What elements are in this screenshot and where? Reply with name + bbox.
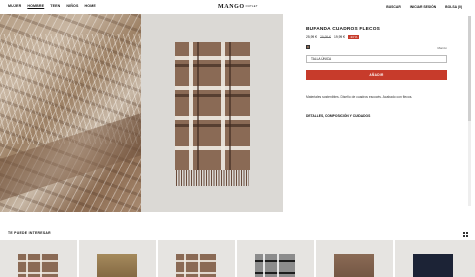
reco-thumbnail xyxy=(334,254,374,277)
reco-thumbnail xyxy=(255,254,295,277)
reco-item[interactable] xyxy=(0,240,77,277)
scrollbar-thumb[interactable] xyxy=(468,16,471,121)
nav-mujer[interactable]: MUJER xyxy=(8,4,21,8)
color-swatch[interactable] xyxy=(306,45,310,49)
reco-item[interactable] xyxy=(158,240,235,277)
login-link[interactable]: INICIAR SESIÓN xyxy=(410,5,436,9)
search-link[interactable]: BUSCAR xyxy=(386,5,401,9)
recommendations-title: TE PUEDE INTERESAR xyxy=(8,231,51,235)
reco-thumbnail xyxy=(176,254,216,277)
add-to-bag-button[interactable]: AÑADIR xyxy=(306,70,447,80)
nav-teen[interactable]: TEEN xyxy=(50,4,60,8)
reco-item[interactable] xyxy=(395,240,475,277)
reco-item[interactable] xyxy=(316,240,393,277)
price-current: 25,99 € xyxy=(306,35,317,39)
reco-item[interactable] xyxy=(79,240,156,277)
product-image-detail[interactable] xyxy=(0,14,141,212)
nav-hombre[interactable]: HOMBRE xyxy=(27,4,44,8)
grid-view-icon[interactable] xyxy=(463,232,468,237)
reco-thumbnail xyxy=(413,254,453,277)
color-name: Marrón xyxy=(437,46,447,50)
bag-link[interactable]: BOLSA (0) xyxy=(445,5,462,9)
reco-item[interactable] xyxy=(237,240,314,277)
product-title: BUFANDA CUADROS FLECOS xyxy=(306,27,381,32)
logo-subtext: OUTLET xyxy=(245,4,258,8)
nav-ninos[interactable]: NIÑOS xyxy=(66,4,78,8)
top-header: MUJER HOMBRE TEEN NIÑOS HOME MANGOOUTLET… xyxy=(0,0,475,14)
brand-logo[interactable]: MANGOOUTLET xyxy=(218,4,258,10)
reco-thumbnail xyxy=(18,254,58,277)
price-sale: 19,99 € xyxy=(334,35,345,39)
size-selector[interactable]: TALLA ÚNICA xyxy=(306,55,447,63)
nav-home[interactable]: HOME xyxy=(85,4,96,8)
price-old: 29,99 € xyxy=(320,35,331,39)
product-description: Materiales sostenibles. Diseño de cuadro… xyxy=(306,95,413,99)
reco-thumbnail xyxy=(97,254,137,277)
main-nav: MUJER HOMBRE TEEN NIÑOS HOME xyxy=(8,4,96,8)
price-row: 25,99 € 29,99 € 19,99 € -33 % xyxy=(306,35,359,39)
header-actions: BUSCAR INICIAR SESIÓN BOLSA (0) xyxy=(386,5,462,9)
scrollbar[interactable] xyxy=(468,16,471,206)
logo-text: MANGO xyxy=(218,3,245,10)
scarf-fringe xyxy=(176,170,249,186)
discount-badge: -33 % xyxy=(348,35,359,39)
product-image-main[interactable] xyxy=(141,14,283,212)
scarf-illustration xyxy=(175,42,250,170)
details-link[interactable]: DETALLES, COMPOSICIÓN Y CUIDADOS xyxy=(306,114,370,118)
